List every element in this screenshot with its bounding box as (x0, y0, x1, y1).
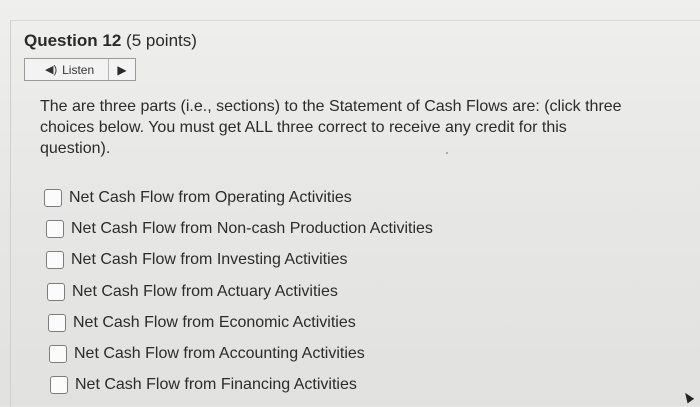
checkbox[interactable] (49, 345, 67, 364)
play-icon: ▶ (117, 62, 127, 77)
choice-label: Net Cash Flow from Financing Activities (75, 376, 357, 394)
choice-label: Net Cash Flow from Investing Activities (71, 251, 348, 269)
listen-button[interactable]: ◀) Listen (25, 59, 109, 80)
choice-financing[interactable]: Net Cash Flow from Financing Activities (44, 370, 433, 401)
choice-label: Net Cash Flow from Economic Activities (73, 313, 356, 331)
choice-operating[interactable]: Net Cash Flow from Operating Activities (44, 182, 433, 213)
stray-dot (446, 152, 448, 154)
checkbox[interactable] (47, 282, 65, 301)
listen-player[interactable]: ◀) Listen ▶ (24, 58, 136, 81)
choice-label: Net Cash Flow from Non-cash Production A… (71, 219, 433, 237)
choice-investing[interactable]: Net Cash Flow from Investing Activities (44, 245, 433, 276)
choice-label: Net Cash Flow from Accounting Activities (74, 345, 365, 363)
choice-non-cash-production[interactable]: Net Cash Flow from Non-cash Production A… (44, 213, 433, 244)
choice-label: Net Cash Flow from Operating Activities (69, 188, 352, 206)
checkbox[interactable] (48, 313, 66, 332)
answer-choices: Net Cash Flow from Operating Activities … (44, 182, 433, 401)
checkbox[interactable] (44, 188, 62, 207)
question-prompt: The are three parts (i.e., sections) to … (40, 98, 622, 157)
checkbox[interactable] (50, 376, 68, 395)
choice-accounting[interactable]: Net Cash Flow from Accounting Activities (44, 338, 433, 369)
question-title: Question 12 (5 points) (24, 31, 197, 51)
choice-label: Net Cash Flow from Actuary Activities (72, 282, 338, 300)
checkbox[interactable] (46, 219, 64, 238)
listen-label: Listen (62, 62, 95, 77)
speaker-icon: ◀) (45, 64, 58, 76)
choice-economic[interactable]: Net Cash Flow from Economic Activities (44, 307, 433, 338)
checkbox[interactable] (46, 251, 64, 270)
play-button[interactable]: ▶ (109, 59, 135, 80)
quiz-page: Question 12 (5 points) ◀) Listen ▶ The a… (0, 0, 700, 407)
question-number: Question 12 (24, 31, 122, 50)
choice-actuary[interactable]: Net Cash Flow from Actuary Activities (44, 276, 433, 307)
question-points: (5 points) (126, 31, 197, 50)
